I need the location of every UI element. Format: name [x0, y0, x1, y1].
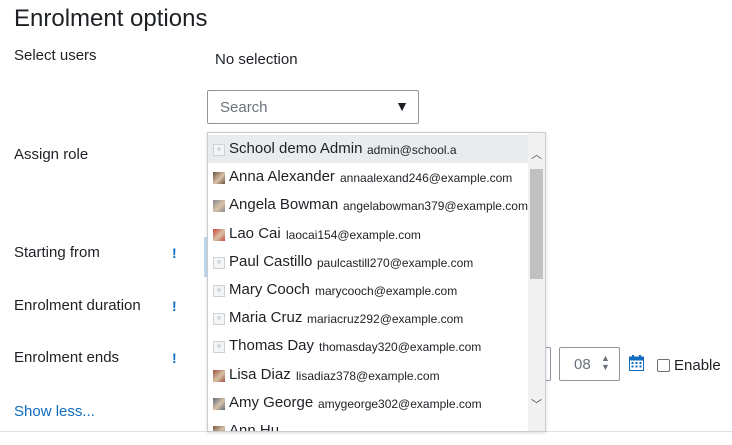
user-option[interactable]: Paul Castillo paulcastill270@example.com [208, 248, 528, 276]
calendar-icon[interactable] [629, 355, 644, 371]
scroll-down-icon[interactable]: ﹀ [528, 397, 545, 414]
minute-value: 08 [574, 356, 591, 373]
user-avatar-icon [213, 285, 225, 297]
user-avatar-icon [213, 144, 225, 156]
user-avatar-icon [213, 341, 225, 354]
user-avatar-icon [213, 200, 225, 213]
user-option[interactable]: Mary Cooch marycooch@example.com [208, 276, 528, 304]
user-avatar-icon [213, 313, 225, 326]
user-option-email: thomasday320@example.com [319, 340, 482, 355]
user-option-name: Maria Cruz [229, 309, 303, 327]
scrollbar-thumb[interactable] [530, 169, 543, 279]
user-option[interactable]: Thomas Day thomasday320@example.com [208, 332, 528, 360]
required-icon: ! [172, 350, 177, 366]
user-option[interactable]: Anna Alexander annaalexand246@example.com [208, 163, 528, 191]
enable-checkbox[interactable] [657, 359, 670, 372]
selection-status: No selection [215, 51, 298, 68]
user-avatar-icon [213, 256, 225, 269]
user-option-name: Paul Castillo [229, 252, 313, 270]
select-users-label: Select users [14, 47, 97, 64]
user-option[interactable]: Lisa Diaz lisadiaz378@example.com [208, 361, 528, 389]
required-icon: ! [172, 298, 177, 314]
enrolment-duration-label: Enrolment duration [14, 297, 141, 314]
user-option-email: admin@school.a [367, 143, 457, 157]
user-avatar-icon [213, 369, 225, 382]
user-suggestions-listbox[interactable]: School demo Admin admin@school.a Anna Alex… [207, 132, 546, 432]
user-option-email: laocai154@example.com [286, 227, 421, 242]
user-option[interactable]: Amy George amygeorge302@example.com [208, 389, 528, 417]
user-search-input[interactable] [208, 91, 400, 123]
user-option-name: Angela Bowman [229, 196, 339, 214]
user-avatar-icon [213, 397, 225, 410]
user-option-email: amygeorge302@example.com [318, 396, 482, 411]
listbox-scrollbar[interactable]: ︿ ﹀ [528, 133, 545, 431]
user-option-email: angelabowman379@example.com [343, 199, 528, 214]
user-search-box[interactable]: ▼ [207, 90, 419, 124]
user-option-name: Amy George [229, 393, 314, 411]
user-option-name: Lao Cai [229, 224, 281, 242]
scroll-up-icon[interactable]: ︿ [528, 147, 545, 164]
user-avatar-icon [213, 228, 225, 241]
user-option-name: Thomas Day [229, 337, 315, 355]
user-avatar-icon [213, 172, 225, 185]
user-option-email: paulcastill270@example.com [317, 255, 474, 270]
show-less-link[interactable]: Show less... [14, 403, 95, 420]
user-option[interactable]: Lao Cai laocai154@example.com [208, 220, 528, 248]
section-heading: Enrolment options [14, 5, 208, 32]
user-option[interactable]: Angela Bowman angelabowman379@example.com [208, 191, 528, 219]
user-option-email: lisadiaz378@example.com [296, 368, 440, 383]
enrolment-ends-label: Enrolment ends [14, 349, 120, 366]
user-option-name: Mary Cooch [229, 281, 310, 298]
user-option-email: marycooch@example.com [315, 284, 458, 298]
user-option-name: Anna Alexander [229, 168, 335, 186]
minute-select[interactable]: 08 ▲ ▼ [559, 347, 620, 381]
assign-role-label: Assign role [14, 146, 89, 163]
user-option-email: mariacruz292@example.com [307, 312, 464, 327]
user-option[interactable]: Maria Cruz mariacruz292@example.com [208, 304, 528, 332]
user-option-name: School demo Admin [229, 140, 363, 157]
user-option-email: annaalexand246@example.com [340, 171, 513, 186]
user-option[interactable]: Ann Hu [208, 417, 528, 432]
enable-label[interactable]: Enable [674, 357, 721, 374]
select-updown-icon: ▲ ▼ [601, 353, 610, 372]
user-avatar-icon [213, 426, 225, 431]
user-option[interactable]: School demo Admin admin@school.a [208, 135, 528, 163]
user-option-name: Ann Hu [229, 422, 280, 432]
starting-from-label: Starting from [14, 244, 100, 261]
dropdown-arrow-icon[interactable]: ▼ [395, 98, 409, 114]
user-option-name: Lisa Diaz [229, 365, 291, 383]
required-icon: ! [172, 245, 177, 261]
